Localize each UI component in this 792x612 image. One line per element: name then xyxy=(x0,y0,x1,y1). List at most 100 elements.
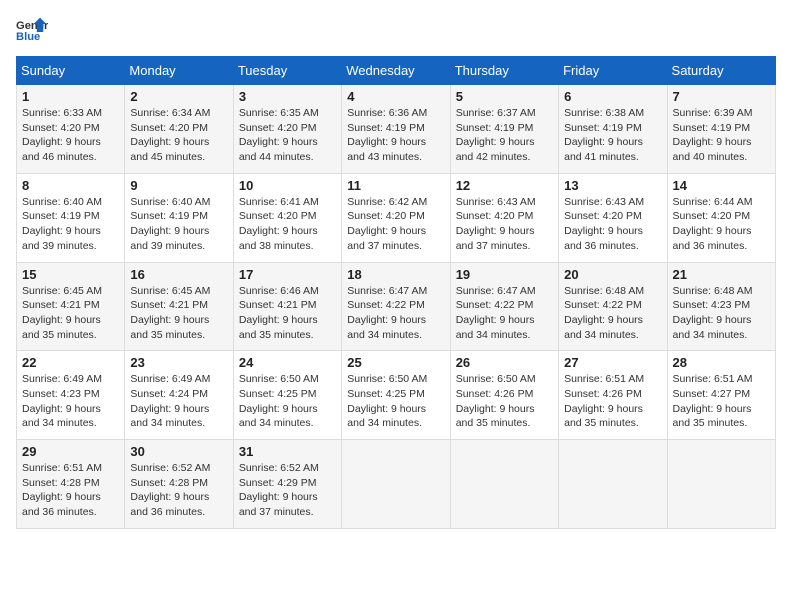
calendar-cell: 17Sunrise: 6:46 AMSunset: 4:21 PMDayligh… xyxy=(233,262,341,351)
calendar-cell: 31 Sunrise: 6:52 AMSunset: 4:29 PMDayligh… xyxy=(233,440,341,529)
calendar-cell: 11 Sunrise: 6:42 AMSunset: 4:20 PMDayligh… xyxy=(342,173,450,262)
header-tuesday: Tuesday xyxy=(233,57,341,85)
calendar-header-row: SundayMondayTuesdayWednesdayThursdayFrid… xyxy=(17,57,776,85)
day-info: Sunrise: 6:43 AMSunset: 4:20 PMDaylight:… xyxy=(456,195,553,254)
calendar-cell: 19Sunrise: 6:47 AMSunset: 4:22 PMDayligh… xyxy=(450,262,558,351)
day-info: Sunrise: 6:37 AMSunset: 4:19 PMDaylight:… xyxy=(456,106,553,165)
day-info: Sunrise: 6:43 AMSunset: 4:20 PMDaylight:… xyxy=(564,195,661,254)
day-number: 18 xyxy=(347,267,444,282)
day-info: Sunrise: 6:45 AMSunset: 4:21 PMDaylight:… xyxy=(22,284,119,343)
day-number: 7 xyxy=(673,89,770,104)
header-thursday: Thursday xyxy=(450,57,558,85)
day-info: Sunrise: 6:49 AMSunset: 4:23 PMDaylight:… xyxy=(22,372,119,431)
calendar-cell: 1 Sunrise: 6:33 AMSunset: 4:20 PMDaylight… xyxy=(17,85,125,174)
calendar-cell: 7 Sunrise: 6:39 AMSunset: 4:19 PMDaylight… xyxy=(667,85,775,174)
day-number: 11 xyxy=(347,178,444,193)
calendar-cell: 6Sunrise: 6:38 AMSunset: 4:19 PMDaylight… xyxy=(559,85,667,174)
day-info: Sunrise: 6:46 AMSunset: 4:21 PMDaylight:… xyxy=(239,284,336,343)
header-wednesday: Wednesday xyxy=(342,57,450,85)
day-number: 10 xyxy=(239,178,336,193)
day-info: Sunrise: 6:40 AMSunset: 4:19 PMDaylight:… xyxy=(130,195,227,254)
header: General Blue xyxy=(16,16,776,44)
day-number: 24 xyxy=(239,355,336,370)
day-info: Sunrise: 6:38 AMSunset: 4:19 PMDaylight:… xyxy=(564,106,661,165)
day-number: 25 xyxy=(347,355,444,370)
calendar-week-2: 8 Sunrise: 6:40 AMSunset: 4:19 PMDaylight… xyxy=(17,173,776,262)
day-number: 20 xyxy=(564,267,661,282)
calendar-cell: 14 Sunrise: 6:44 AMSunset: 4:20 PMDayligh… xyxy=(667,173,775,262)
day-number: 16 xyxy=(130,267,227,282)
day-info: Sunrise: 6:51 AMSunset: 4:26 PMDaylight:… xyxy=(564,372,661,431)
day-number: 14 xyxy=(673,178,770,193)
day-number: 30 xyxy=(130,444,227,459)
day-number: 26 xyxy=(456,355,553,370)
calendar-table: SundayMondayTuesdayWednesdayThursdayFrid… xyxy=(16,56,776,529)
calendar-cell: 15Sunrise: 6:45 AMSunset: 4:21 PMDayligh… xyxy=(17,262,125,351)
calendar-cell: 26 Sunrise: 6:50 AMSunset: 4:26 PMDayligh… xyxy=(450,351,558,440)
day-info: Sunrise: 6:50 AMSunset: 4:26 PMDaylight:… xyxy=(456,372,553,431)
header-friday: Friday xyxy=(559,57,667,85)
day-info: Sunrise: 6:45 AMSunset: 4:21 PMDaylight:… xyxy=(130,284,227,343)
day-info: Sunrise: 6:47 AMSunset: 4:22 PMDaylight:… xyxy=(347,284,444,343)
day-info: Sunrise: 6:44 AMSunset: 4:20 PMDaylight:… xyxy=(673,195,770,254)
logo-icon: General Blue xyxy=(16,16,48,44)
day-info: Sunrise: 6:47 AMSunset: 4:22 PMDaylight:… xyxy=(456,284,553,343)
day-number: 21 xyxy=(673,267,770,282)
calendar-cell: 2Sunrise: 6:34 AMSunset: 4:20 PMDaylight… xyxy=(125,85,233,174)
day-info: Sunrise: 6:48 AMSunset: 4:22 PMDaylight:… xyxy=(564,284,661,343)
day-info: Sunrise: 6:40 AMSunset: 4:19 PMDaylight:… xyxy=(22,195,119,254)
calendar-cell: 13Sunrise: 6:43 AMSunset: 4:20 PMDayligh… xyxy=(559,173,667,262)
svg-text:Blue: Blue xyxy=(16,31,40,43)
day-number: 1 xyxy=(22,89,119,104)
day-info: Sunrise: 6:48 AMSunset: 4:23 PMDaylight:… xyxy=(673,284,770,343)
header-sunday: Sunday xyxy=(17,57,125,85)
day-number: 22 xyxy=(22,355,119,370)
day-info: Sunrise: 6:52 AMSunset: 4:28 PMDaylight:… xyxy=(130,461,227,520)
calendar-week-1: 1 Sunrise: 6:33 AMSunset: 4:20 PMDaylight… xyxy=(17,85,776,174)
calendar-cell xyxy=(667,440,775,529)
day-info: Sunrise: 6:41 AMSunset: 4:20 PMDaylight:… xyxy=(239,195,336,254)
calendar-cell: 22 Sunrise: 6:49 AMSunset: 4:23 PMDayligh… xyxy=(17,351,125,440)
day-info: Sunrise: 6:52 AMSunset: 4:29 PMDaylight:… xyxy=(239,461,336,520)
calendar-cell: 23 Sunrise: 6:49 AMSunset: 4:24 PMDayligh… xyxy=(125,351,233,440)
day-number: 28 xyxy=(673,355,770,370)
header-saturday: Saturday xyxy=(667,57,775,85)
calendar-week-5: 29 Sunrise: 6:51 AMSunset: 4:28 PMDayligh… xyxy=(17,440,776,529)
header-monday: Monday xyxy=(125,57,233,85)
calendar-cell: 29 Sunrise: 6:51 AMSunset: 4:28 PMDayligh… xyxy=(17,440,125,529)
day-info: Sunrise: 6:33 AMSunset: 4:20 PMDaylight:… xyxy=(22,106,119,165)
day-number: 8 xyxy=(22,178,119,193)
day-info: Sunrise: 6:42 AMSunset: 4:20 PMDaylight:… xyxy=(347,195,444,254)
logo: General Blue xyxy=(16,16,48,44)
calendar-cell: 12 Sunrise: 6:43 AMSunset: 4:20 PMDayligh… xyxy=(450,173,558,262)
calendar-cell: 27Sunrise: 6:51 AMSunset: 4:26 PMDayligh… xyxy=(559,351,667,440)
calendar-cell: 8 Sunrise: 6:40 AMSunset: 4:19 PMDaylight… xyxy=(17,173,125,262)
day-number: 29 xyxy=(22,444,119,459)
calendar-cell xyxy=(450,440,558,529)
calendar-cell xyxy=(559,440,667,529)
day-number: 2 xyxy=(130,89,227,104)
day-info: Sunrise: 6:50 AMSunset: 4:25 PMDaylight:… xyxy=(347,372,444,431)
calendar-cell: 4Sunrise: 6:36 AMSunset: 4:19 PMDaylight… xyxy=(342,85,450,174)
day-info: Sunrise: 6:51 AMSunset: 4:28 PMDaylight:… xyxy=(22,461,119,520)
calendar-cell: 25 Sunrise: 6:50 AMSunset: 4:25 PMDayligh… xyxy=(342,351,450,440)
calendar-cell: 16 Sunrise: 6:45 AMSunset: 4:21 PMDayligh… xyxy=(125,262,233,351)
day-info: Sunrise: 6:50 AMSunset: 4:25 PMDaylight:… xyxy=(239,372,336,431)
day-info: Sunrise: 6:36 AMSunset: 4:19 PMDaylight:… xyxy=(347,106,444,165)
calendar-cell: 24 Sunrise: 6:50 AMSunset: 4:25 PMDayligh… xyxy=(233,351,341,440)
calendar-cell: 3Sunrise: 6:35 AMSunset: 4:20 PMDaylight… xyxy=(233,85,341,174)
day-number: 31 xyxy=(239,444,336,459)
calendar-cell: 20 Sunrise: 6:48 AMSunset: 4:22 PMDayligh… xyxy=(559,262,667,351)
day-number: 5 xyxy=(456,89,553,104)
day-info: Sunrise: 6:49 AMSunset: 4:24 PMDaylight:… xyxy=(130,372,227,431)
calendar-cell: 28Sunrise: 6:51 AMSunset: 4:27 PMDayligh… xyxy=(667,351,775,440)
calendar-cell: 30 Sunrise: 6:52 AMSunset: 4:28 PMDayligh… xyxy=(125,440,233,529)
calendar-cell: 5 Sunrise: 6:37 AMSunset: 4:19 PMDaylight… xyxy=(450,85,558,174)
calendar-cell xyxy=(342,440,450,529)
day-number: 12 xyxy=(456,178,553,193)
day-number: 3 xyxy=(239,89,336,104)
calendar-cell: 21 Sunrise: 6:48 AMSunset: 4:23 PMDayligh… xyxy=(667,262,775,351)
day-info: Sunrise: 6:39 AMSunset: 4:19 PMDaylight:… xyxy=(673,106,770,165)
day-number: 23 xyxy=(130,355,227,370)
calendar-cell: 9Sunrise: 6:40 AMSunset: 4:19 PMDaylight… xyxy=(125,173,233,262)
